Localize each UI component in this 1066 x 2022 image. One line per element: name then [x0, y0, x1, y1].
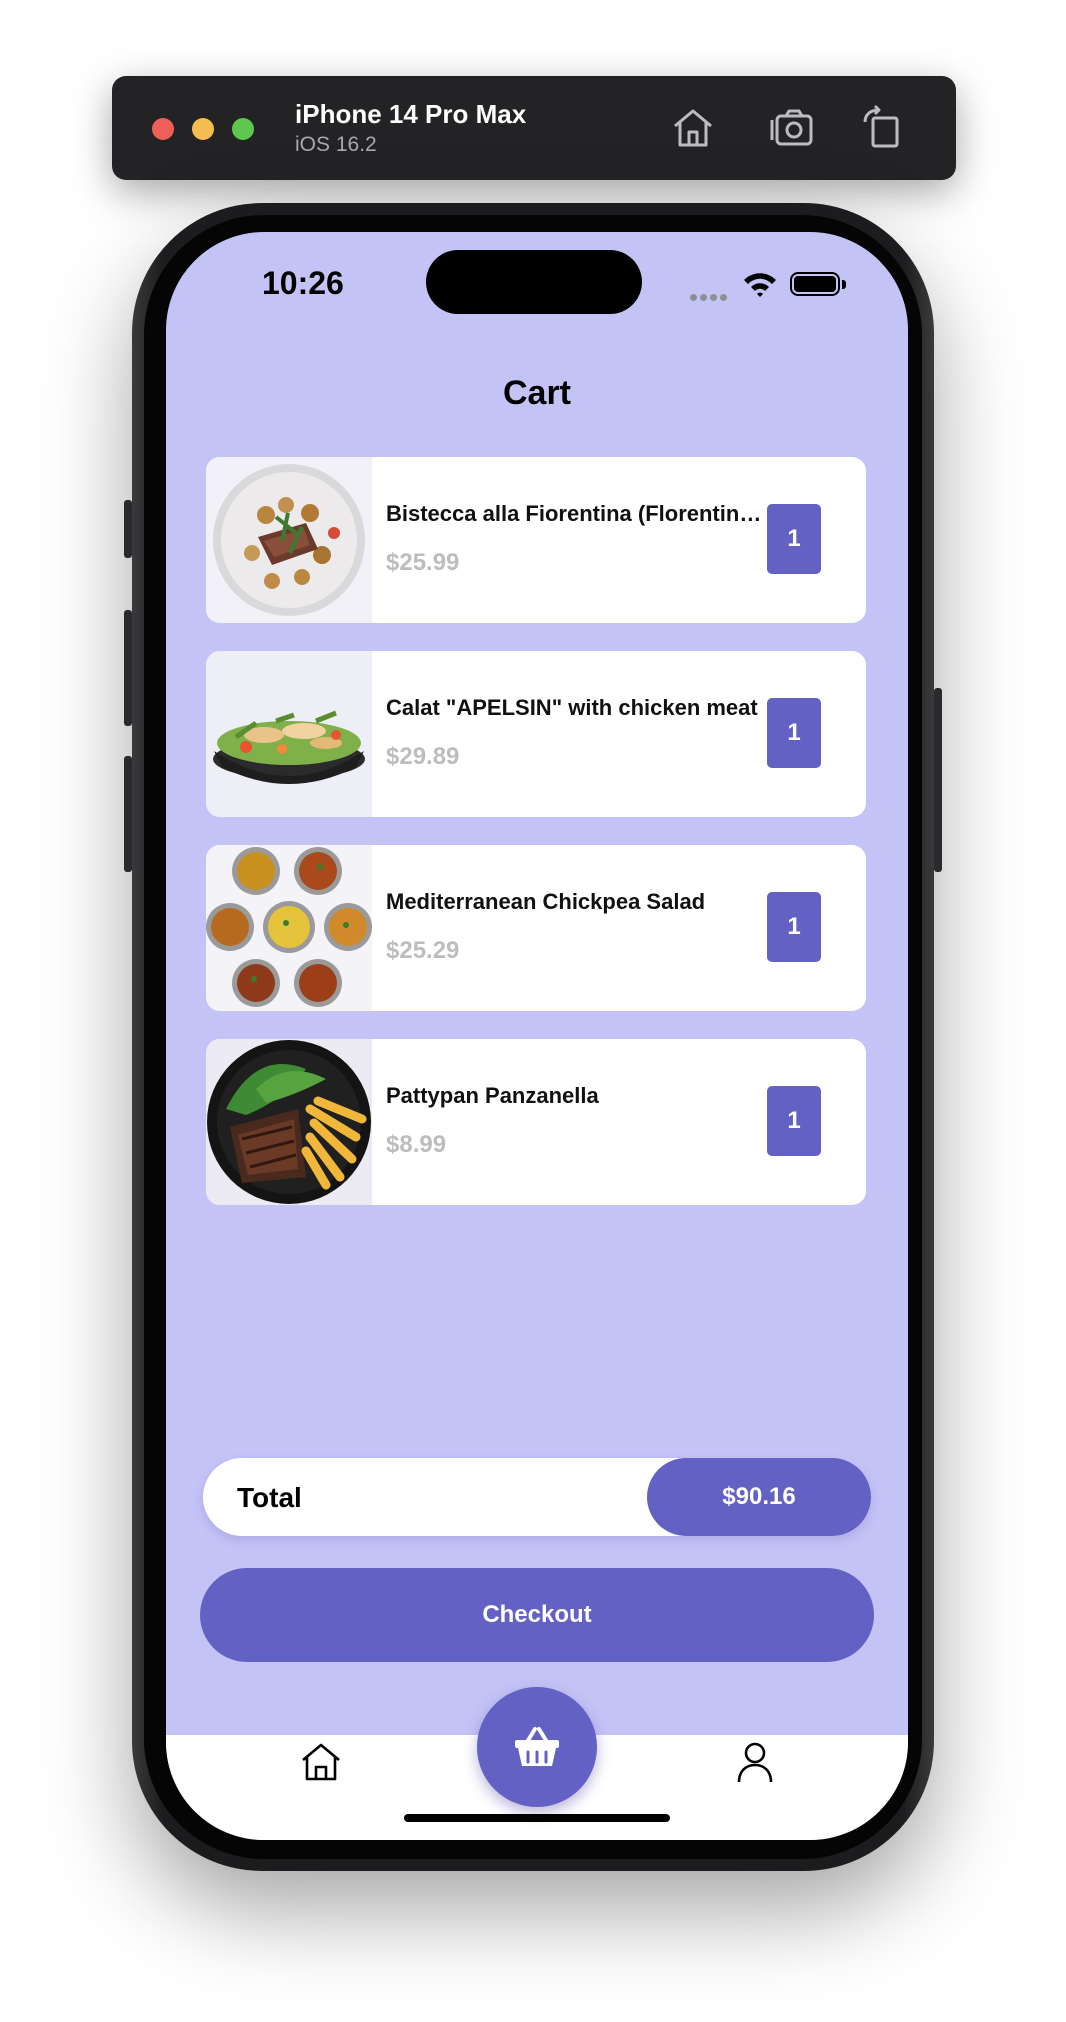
- phone-frame: 10:26 Cart Bistecca alla Fiorentina (Flo…: [132, 203, 934, 1871]
- chicken-salad-image: [206, 651, 372, 817]
- cart-item[interactable]: Bistecca alla Fiorentina (Florentine Ste…: [206, 457, 866, 623]
- minimize-window-button[interactable]: [192, 118, 214, 140]
- os-version: iOS 16.2: [295, 133, 377, 156]
- item-name: Pattypan Panzanella: [386, 1083, 599, 1108]
- silent-switch: [124, 500, 132, 558]
- device-name: iPhone 14 Pro Max: [295, 99, 527, 129]
- steak-with-potatoes-image: [206, 457, 372, 623]
- item-price: $25.29: [386, 937, 460, 964]
- cart-item[interactable]: Calat "APELSIN" with chicken meat $29.89…: [206, 651, 866, 817]
- item-name: Calat "APELSIN" with chicken meat: [386, 695, 758, 720]
- power-button: [934, 688, 942, 872]
- profile-icon[interactable]: [736, 1741, 774, 1783]
- item-price: $25.99: [386, 549, 460, 576]
- item-name: Bistecca alla Fiorentina (Florentine Ste…: [386, 501, 766, 526]
- total-value: $90.16: [647, 1458, 871, 1536]
- checkout-button[interactable]: Checkout: [200, 1568, 874, 1662]
- volume-up-button: [124, 610, 132, 726]
- battery-tip: [842, 280, 846, 289]
- basket-icon[interactable]: [477, 1687, 597, 1807]
- home-indicator: [404, 1814, 670, 1822]
- wifi-icon: [744, 273, 776, 297]
- total-label: Total: [237, 1482, 302, 1513]
- zoom-window-button[interactable]: [232, 118, 254, 140]
- total-bar: Total $90.16: [203, 1458, 871, 1536]
- rotate-icon[interactable]: [857, 104, 905, 152]
- quantity-button[interactable]: 1: [767, 892, 821, 962]
- page-title: Cart: [502, 374, 572, 412]
- home-icon[interactable]: [669, 104, 717, 152]
- simulator-toolbar: iPhone 14 Pro Max iOS 16.2: [112, 76, 956, 180]
- quantity-button[interactable]: 1: [767, 698, 821, 768]
- cart-item[interactable]: Pattypan Panzanella $8.99 1: [206, 1039, 866, 1205]
- close-window-button[interactable]: [152, 118, 174, 140]
- quantity-button[interactable]: 1: [767, 504, 821, 574]
- curry-bowls-image: [206, 845, 372, 1011]
- app-screen: 10:26 Cart Bistecca alla Fiorentina (Flo…: [166, 232, 908, 1840]
- dynamic-island: [426, 250, 642, 314]
- quantity-button[interactable]: 1: [767, 1086, 821, 1156]
- status-time: 10:26: [262, 265, 344, 301]
- volume-down-button: [124, 756, 132, 872]
- item-name: Mediterranean Chickpea Salad: [386, 889, 706, 914]
- item-price: $29.89: [386, 743, 460, 770]
- steak-with-fries-image: [206, 1039, 372, 1205]
- home-icon[interactable]: [300, 1741, 342, 1783]
- signal-icon: [690, 288, 730, 306]
- cart-item[interactable]: Mediterranean Chickpea Salad $25.29 1: [206, 845, 866, 1011]
- screenshot-icon[interactable]: [768, 104, 816, 152]
- battery-icon: [790, 272, 840, 296]
- item-price: $8.99: [386, 1131, 447, 1158]
